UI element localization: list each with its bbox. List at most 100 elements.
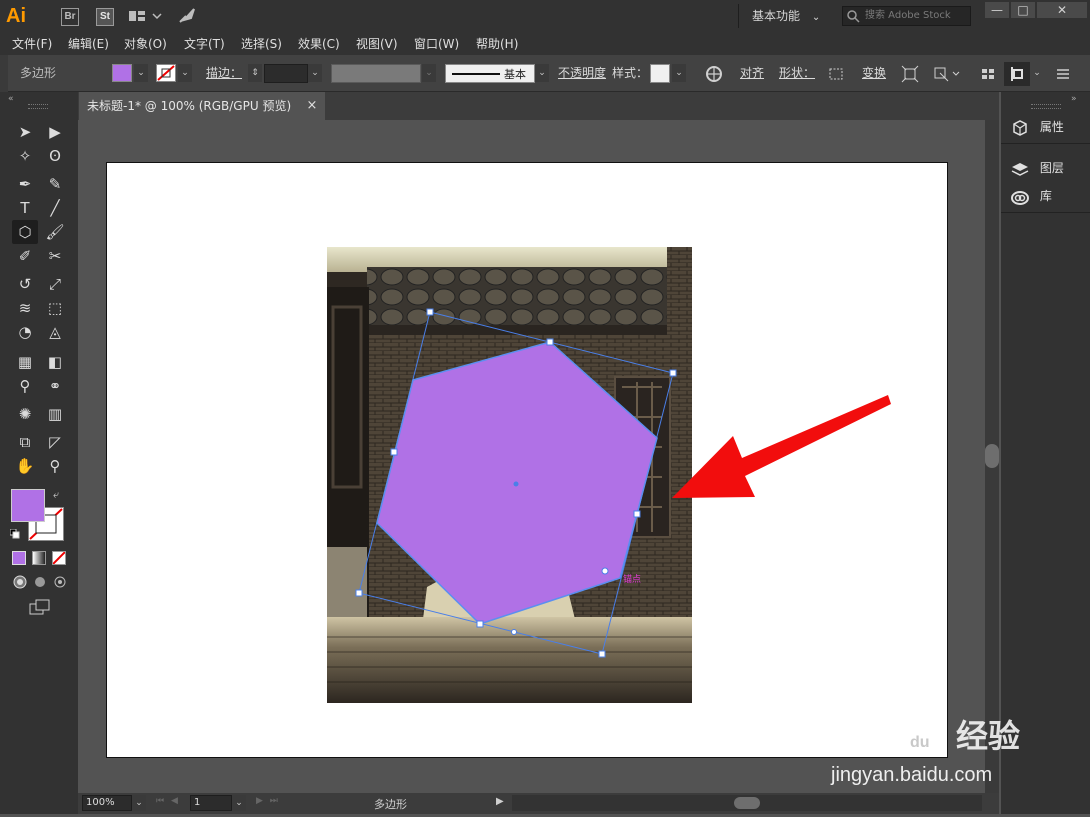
line-tool[interactable]: ╱ — [42, 196, 68, 220]
magic-wand-tool[interactable]: ✧ — [12, 144, 38, 168]
stroke-swatch[interactable] — [156, 64, 176, 82]
layers-panel-button[interactable]: 图层 — [1010, 156, 1086, 180]
type-tool[interactable]: T — [12, 196, 38, 220]
none-mode-button[interactable] — [52, 551, 66, 565]
draw-modes[interactable] — [12, 574, 72, 590]
arrange-documents-button[interactable] — [128, 8, 162, 24]
stock-button[interactable]: St — [96, 8, 114, 26]
zoom-dropdown[interactable]: ⌄ — [132, 795, 146, 811]
fill-dropdown[interactable]: ⌄ — [134, 64, 148, 82]
gradient-tool[interactable]: ◧ — [42, 350, 68, 374]
menu-view[interactable]: 视图(V) — [350, 33, 404, 55]
default-colors-icon[interactable] — [9, 528, 20, 539]
next-artboard-buttons[interactable]: ▶ ⏭ — [256, 796, 280, 806]
swap-fill-stroke-icon[interactable]: ⤶ — [53, 489, 65, 501]
blend-tool[interactable]: ⚭ — [42, 374, 68, 398]
style-dropdown[interactable]: ⌄ — [672, 64, 686, 82]
align-dropdown[interactable]: ⌄ — [1030, 64, 1044, 82]
direct-selection-tool[interactable]: ▶ — [42, 120, 68, 144]
gradient-mode-button[interactable] — [32, 551, 46, 565]
brush-dropdown[interactable]: ⌄ — [535, 64, 549, 82]
horizontal-scrollbar[interactable] — [512, 795, 982, 811]
rotate-tool[interactable]: ↺ — [12, 272, 38, 296]
artboard-number-input[interactable]: 1 — [190, 795, 232, 811]
symbol-sprayer-tool[interactable]: ✺ — [12, 402, 38, 426]
close-tab-button[interactable]: × — [305, 96, 319, 116]
stroke-weight-stepper[interactable]: ⇕ — [248, 64, 262, 82]
variable-width-profile[interactable] — [331, 64, 421, 83]
transform-label[interactable]: 变换 — [862, 55, 886, 92]
shaper-tool[interactable]: ✐ — [12, 244, 38, 268]
menu-window[interactable]: 窗口(W) — [408, 33, 465, 55]
pen-tool[interactable]: ✒ — [12, 172, 38, 196]
stroke-dropdown[interactable]: ⌄ — [178, 64, 192, 82]
mesh-tool[interactable]: ▦ — [12, 350, 38, 374]
bridge-button[interactable]: Br — [61, 8, 79, 26]
vertical-scrollbar[interactable] — [985, 120, 999, 793]
menu-edit[interactable]: 编辑(E) — [62, 33, 115, 55]
brush-definition[interactable]: 基本 — [445, 64, 535, 83]
screen-mode-button[interactable] — [28, 598, 52, 616]
profile-dropdown[interactable]: ⌄ — [422, 64, 436, 82]
workspace-switcher[interactable]: 基本功能 ⌄ — [744, 5, 828, 27]
isolate-button[interactable] — [932, 64, 962, 84]
curvature-tool[interactable]: ✎ — [42, 172, 68, 196]
color-mode-button[interactable] — [12, 551, 26, 565]
maximize-button[interactable]: □ — [1011, 2, 1035, 18]
document-tab[interactable]: 未标题-1* @ 100% (RGB/GPU 预览) — [79, 92, 325, 120]
column-graph-tool[interactable]: ▥ — [42, 402, 68, 426]
fill-swatch[interactable] — [112, 64, 132, 82]
eyedropper-tool[interactable]: ⚲ — [12, 374, 38, 398]
menu-effect[interactable]: 效果(C) — [292, 33, 346, 55]
slice-tool[interactable]: ◸ — [42, 430, 68, 454]
panel-menu-button[interactable] — [1054, 64, 1072, 84]
lasso-tool[interactable]: ʘ — [42, 144, 68, 168]
fill-proxy[interactable] — [11, 489, 45, 522]
horizontal-scroll-thumb[interactable] — [734, 797, 760, 809]
vertical-scroll-thumb[interactable] — [985, 444, 999, 468]
transform-button[interactable] — [900, 64, 920, 84]
paintbrush-tool[interactable]: 🖌 — [42, 220, 68, 244]
selection-type-label: 多边形 — [20, 66, 57, 80]
shape-options-button[interactable] — [826, 64, 846, 84]
free-transform-tool[interactable]: ⬚ — [42, 296, 68, 320]
recolor-artwork-button[interactable] — [704, 64, 724, 84]
align-label[interactable]: 对齐 — [740, 55, 764, 92]
prev-artboard-buttons[interactable]: ⏮ ◀ — [156, 796, 180, 806]
placed-photo[interactable] — [327, 247, 692, 703]
expand-panel-icon[interactable]: » — [1071, 94, 1077, 104]
menu-type[interactable]: 文字(T) — [178, 33, 231, 55]
zoom-tool[interactable]: ⚲ — [42, 454, 68, 478]
perspective-tool[interactable]: ◬ — [42, 320, 68, 344]
scissors-tool[interactable]: ✂ — [42, 244, 68, 268]
hand-tool[interactable]: ✋ — [12, 454, 38, 478]
properties-panel-button[interactable]: 属性 — [1010, 115, 1086, 139]
status-menu-arrow[interactable]: ▶ — [496, 796, 504, 807]
shape-builder-tool[interactable]: ◔ — [12, 320, 38, 344]
stroke-weight-input[interactable] — [264, 64, 308, 83]
minimize-button[interactable]: — — [985, 2, 1009, 18]
polygon-tool[interactable]: ⬡ — [12, 220, 38, 244]
gpu-performance-button[interactable] — [176, 6, 198, 26]
align-panel-button[interactable] — [1004, 62, 1030, 86]
collapse-panel-icon[interactable]: « — [8, 94, 14, 104]
zoom-level-input[interactable]: 100% — [82, 795, 132, 811]
libraries-label: 库 — [1039, 189, 1052, 203]
menu-select[interactable]: 选择(S) — [235, 33, 288, 55]
stroke-label[interactable]: 描边： — [206, 55, 242, 92]
graphic-style-swatch[interactable] — [650, 64, 670, 83]
libraries-panel-button[interactable]: 库 — [1010, 184, 1086, 208]
menu-help[interactable]: 帮助(H) — [470, 33, 524, 55]
close-window-button[interactable]: ✕ — [1037, 2, 1087, 18]
shape-label[interactable]: 形状： — [779, 55, 815, 92]
artboard-tool[interactable]: ⧉ — [12, 430, 38, 454]
stroke-weight-dropdown[interactable]: ⌄ — [308, 64, 322, 82]
selection-tool[interactable]: ➤ — [12, 120, 38, 144]
scale-tool[interactable]: ⤢ — [42, 272, 68, 296]
menu-file[interactable]: 文件(F) — [6, 33, 58, 55]
artboard-dropdown[interactable]: ⌄ — [232, 795, 246, 811]
arrange-grid-button[interactable] — [980, 64, 996, 84]
menu-object[interactable]: 对象(O) — [118, 33, 173, 55]
opacity-label[interactable]: 不透明度 — [558, 55, 606, 92]
warp-tool[interactable]: ≋ — [12, 296, 38, 320]
